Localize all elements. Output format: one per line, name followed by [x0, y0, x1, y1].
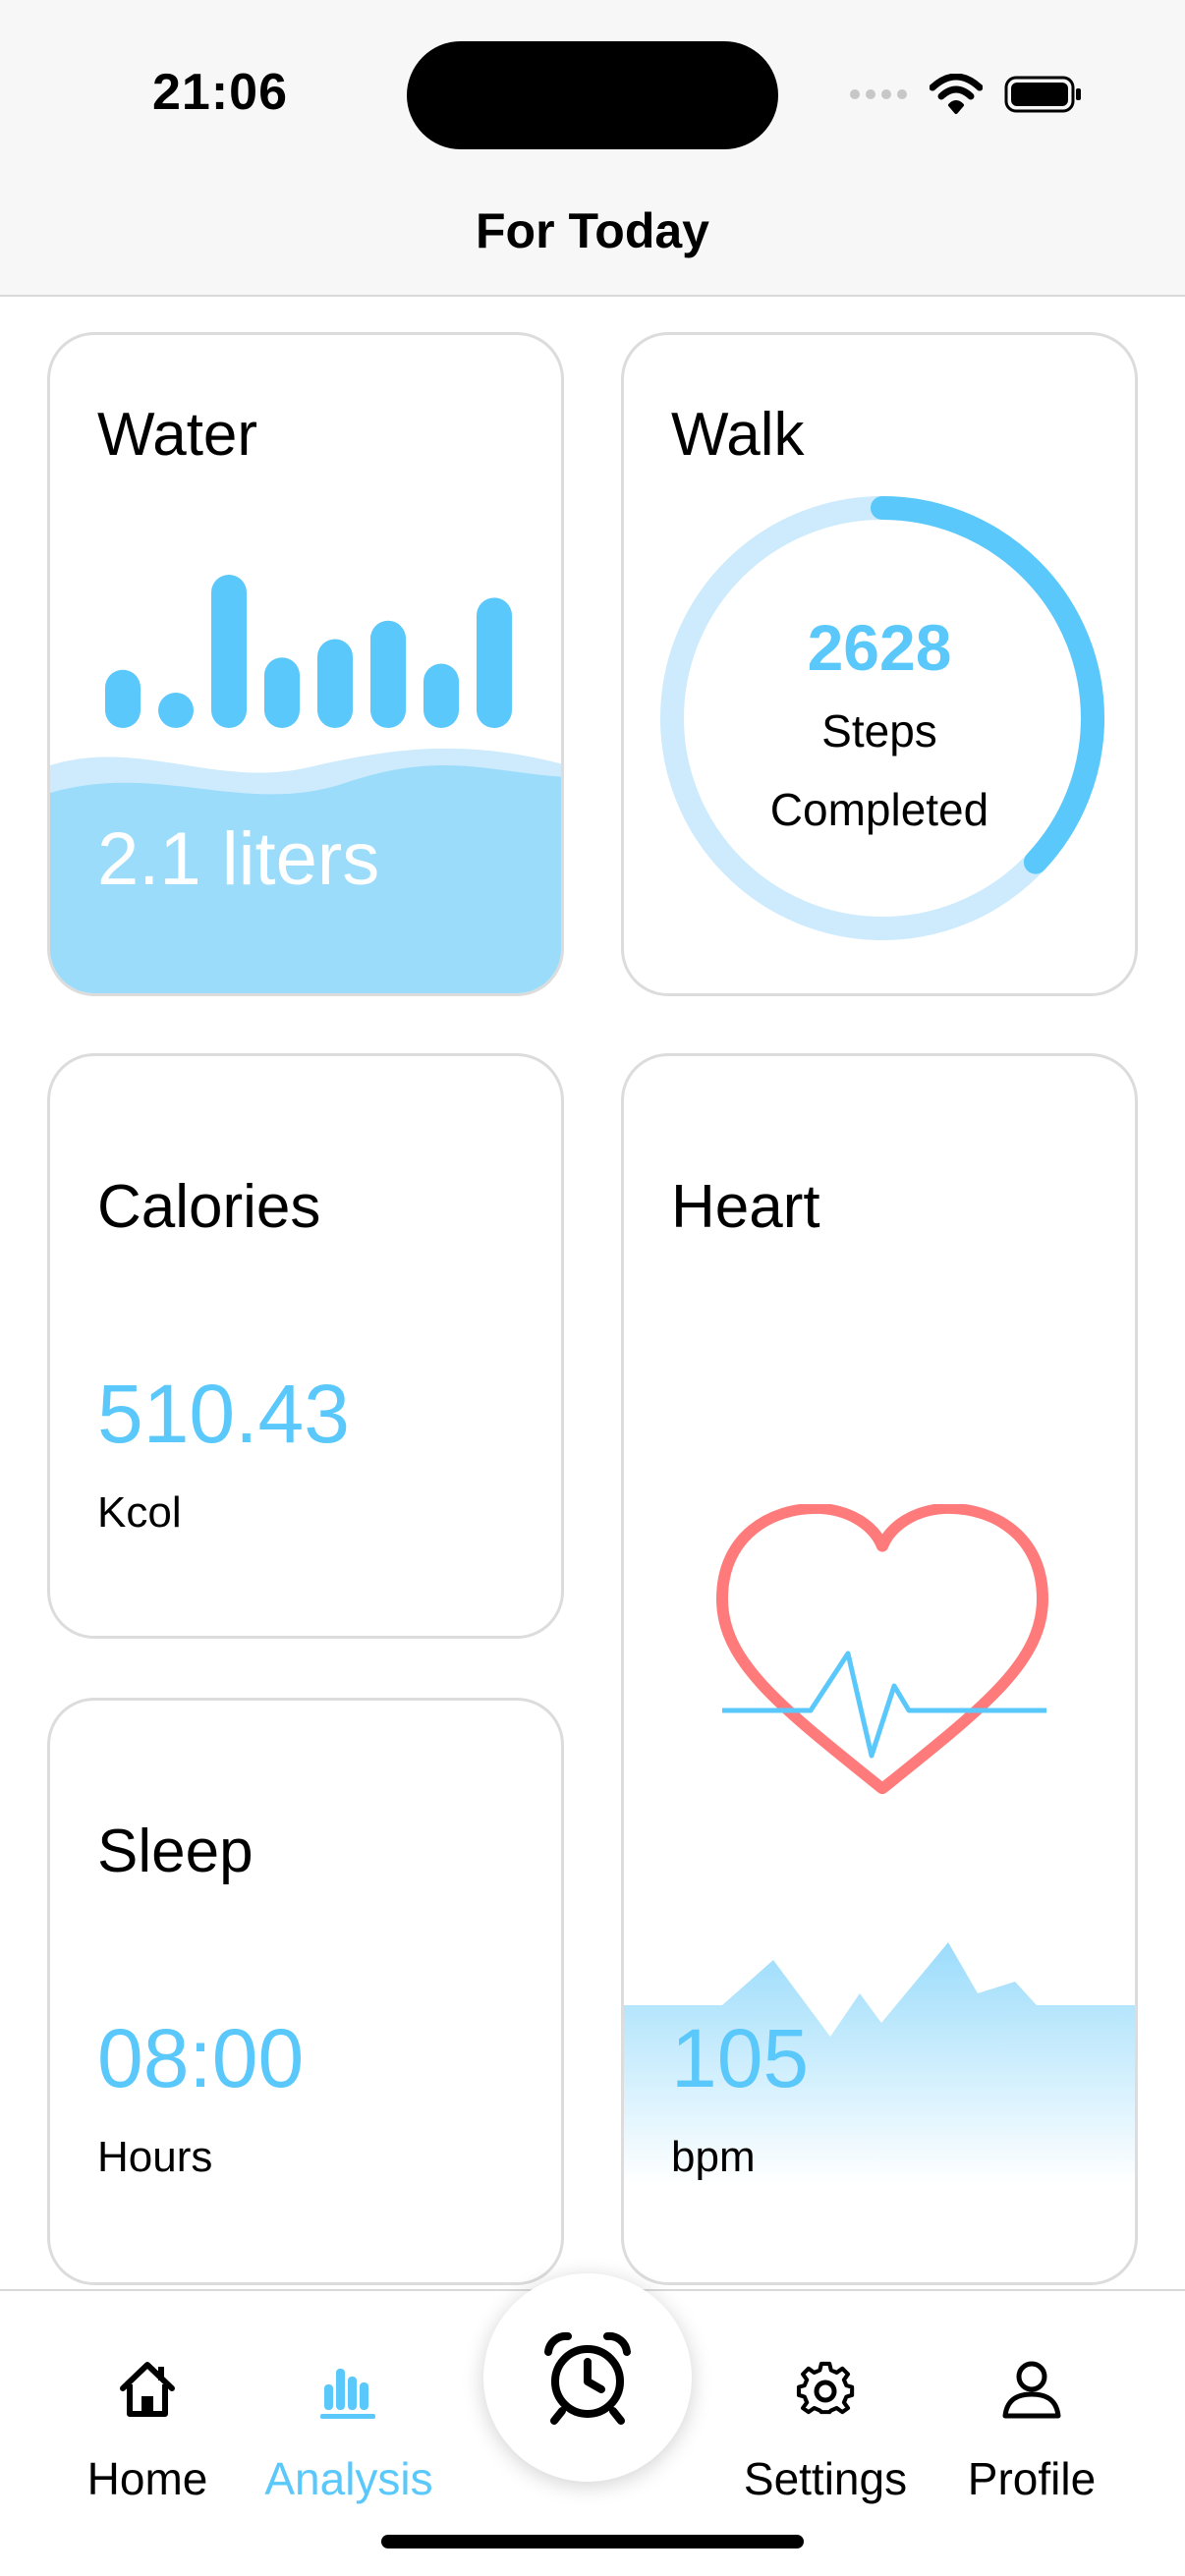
water-value: 2.1 liters [97, 817, 380, 901]
heart-card[interactable]: Heart 105 bpm [621, 1053, 1138, 2285]
home-indicator[interactable] [381, 2535, 804, 2548]
sleep-unit: Hours [97, 2133, 213, 2181]
steps-label-line2: Completed [769, 784, 989, 835]
calories-card[interactable]: Calories 510.43 Kcol [47, 1053, 564, 1639]
calories-card-title: Calories [97, 1173, 321, 1241]
water-bar [370, 620, 406, 728]
water-bar [477, 597, 512, 728]
water-bar [105, 669, 141, 728]
signal-icon [850, 89, 907, 99]
tab-settings[interactable]: Settings [727, 2350, 924, 2505]
sleep-card[interactable]: Sleep 08:00 Hours [47, 1698, 564, 2285]
water-bar [211, 575, 247, 728]
sleep-card-title: Sleep [97, 1818, 254, 1885]
sleep-value: 08:00 [97, 2012, 305, 2104]
tab-home-label: Home [86, 2453, 208, 2504]
dynamic-island [407, 41, 778, 149]
battery-icon [1004, 76, 1081, 113]
person-icon [933, 2350, 1130, 2429]
page-title: For Today [476, 203, 709, 258]
app-screen: 21:06 For Today Water 2.1 liters Walk 26… [0, 0, 1185, 2576]
water-bars-chart [105, 575, 512, 728]
heart-value: 105 [671, 2012, 810, 2104]
water-bar [158, 693, 194, 728]
heart-card-title: Heart [671, 1173, 820, 1241]
alarm-clock-icon [544, 2331, 631, 2425]
status-time: 21:06 [152, 64, 288, 121]
tab-home[interactable]: Home [49, 2350, 246, 2505]
water-card-title: Water [97, 401, 258, 469]
heart-rate-icon [716, 1504, 1048, 1795]
calories-unit: Kcol [97, 1488, 182, 1537]
tab-profile[interactable]: Profile [933, 2350, 1130, 2505]
gear-icon [727, 2350, 924, 2429]
heart-unit: bpm [671, 2133, 756, 2181]
water-bar [423, 663, 459, 728]
wifi-icon [930, 74, 983, 114]
water-bar [264, 657, 300, 728]
status-icons [849, 71, 1083, 118]
calories-value: 510.43 [97, 1368, 350, 1460]
alarm-button[interactable] [483, 2273, 692, 2482]
steps-count: 2628 [807, 611, 952, 684]
tab-settings-label: Settings [743, 2453, 908, 2504]
walk-card[interactable]: Walk 2628 Steps Completed [621, 332, 1138, 996]
bar-chart-icon [251, 2350, 447, 2429]
home-icon [49, 2350, 246, 2429]
water-bar [317, 639, 353, 728]
top-bar: 21:06 For Today [0, 0, 1185, 297]
tab-analysis-label: Analysis [264, 2453, 433, 2504]
water-card[interactable]: Water 2.1 liters [47, 332, 564, 996]
tab-profile-label: Profile [967, 2453, 1097, 2504]
steps-label-line1: Steps [821, 705, 937, 756]
tab-analysis[interactable]: Analysis [251, 2350, 447, 2505]
